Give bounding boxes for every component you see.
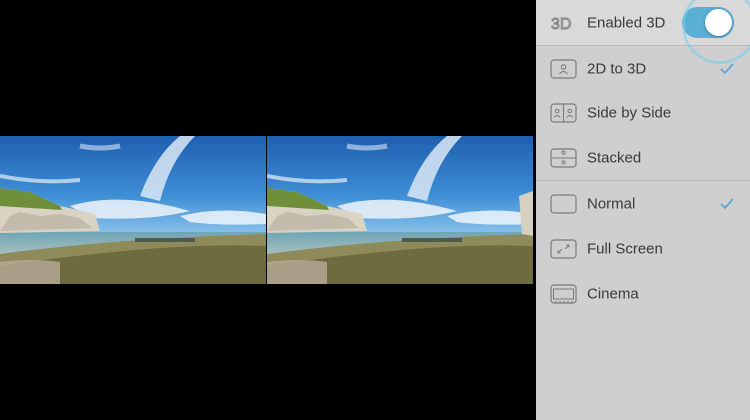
checkmark-icon: [720, 62, 734, 74]
3d-settings-panel: 3D Enabled 3D 2D to 3D Side by Side Stac…: [536, 0, 750, 420]
option-2d-to-3d[interactable]: 2D to 3D: [536, 46, 750, 91]
video-frame-right: [267, 136, 533, 284]
option-label: Stacked: [587, 149, 642, 166]
option-label: Full Screen: [587, 240, 663, 257]
option-full-screen[interactable]: Full Screen: [536, 226, 750, 271]
option-label: Cinema: [587, 285, 639, 302]
option-side-by-side[interactable]: Side by Side: [536, 90, 750, 135]
option-label: Side by Side: [587, 104, 672, 121]
checkmark-icon: [720, 197, 734, 209]
2d-to-3d-icon: [550, 58, 577, 79]
enable-3d-row: 3D Enabled 3D: [536, 0, 750, 45]
video-player[interactable]: [0, 0, 536, 420]
beach-scene-image: [267, 136, 533, 284]
svg-text:3D: 3D: [551, 16, 571, 33]
option-stacked[interactable]: Stacked: [536, 135, 750, 180]
side-by-side-icon: [550, 102, 577, 123]
enable-3d-label: Enabled 3D: [587, 14, 666, 31]
cinema-icon: [550, 283, 577, 304]
enable-3d-toggle[interactable]: [682, 7, 734, 38]
option-normal[interactable]: Normal: [536, 181, 750, 226]
stacked-icon: [550, 147, 577, 168]
full-screen-icon: [550, 238, 577, 259]
toggle-knob: [705, 9, 732, 36]
option-label: Normal: [587, 195, 636, 212]
video-frame-left: [0, 136, 266, 284]
normal-screen-icon: [550, 193, 577, 214]
option-cinema[interactable]: Cinema: [536, 271, 750, 316]
3d-text-icon: 3D: [550, 13, 577, 33]
beach-scene-image: [0, 136, 266, 284]
option-label: 2D to 3D: [587, 60, 647, 77]
